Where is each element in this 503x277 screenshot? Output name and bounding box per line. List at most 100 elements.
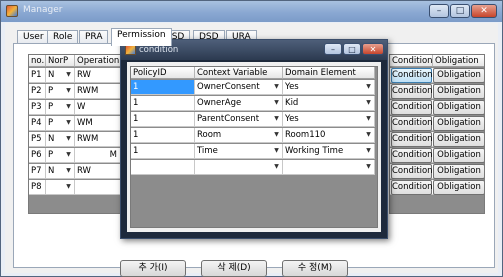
close-button[interactable]: ✕	[471, 4, 497, 18]
obligation-button[interactable]: Obligation	[433, 100, 484, 115]
condition-button[interactable]: Condition	[391, 148, 433, 163]
chevron-down-icon[interactable]: ▼	[272, 162, 281, 172]
obligation-button[interactable]: Obligation	[433, 132, 484, 147]
maximize-button[interactable]: □	[450, 4, 470, 18]
dialog-maximize-button[interactable]: □	[343, 43, 361, 55]
obligation-button[interactable]: Obligation	[433, 68, 484, 83]
tab-permission[interactable]: Permission	[111, 28, 172, 46]
obligation-button[interactable]: Obligation	[433, 148, 484, 163]
obligation-button[interactable]: Obligation	[433, 84, 484, 99]
column-header: Context Variable	[195, 67, 283, 79]
condition-grid[interactable]: PolicyID Context Variable Domain Element 1 O…	[130, 66, 378, 228]
norp-value: N	[48, 70, 55, 80]
norp-value: P	[48, 118, 54, 128]
chevron-down-icon[interactable]: ▼	[272, 114, 281, 124]
column-header: Condition	[390, 55, 433, 67]
chevron-down-icon[interactable]: ▼	[64, 70, 73, 80]
chevron-down-icon[interactable]: ▼	[272, 82, 281, 92]
condition-obligation-grid: Condition Obligation Condition Obligation Co…	[389, 54, 485, 214]
context-variable-cell[interactable]: Room ▼	[195, 128, 283, 143]
domain-element-cell[interactable]: Kid ▼	[283, 96, 375, 111]
chevron-down-icon[interactable]: ▼	[364, 130, 373, 140]
norp-value: P	[48, 86, 54, 96]
context-variable-value: OwnerAge	[197, 98, 242, 108]
policy-id-cell[interactable]: 1	[131, 96, 195, 111]
chevron-down-icon[interactable]: ▼	[272, 130, 281, 140]
column-header: Obligation	[433, 55, 484, 67]
chevron-down-icon[interactable]: ▼	[364, 146, 373, 156]
obligation-button[interactable]: Obligation	[433, 164, 484, 179]
operation-value: RW	[77, 166, 91, 176]
manager-window: Manager – □ ✕ User Role PRA Permission S…	[0, 0, 503, 277]
policy-id-cell[interactable]: 1	[131, 112, 195, 127]
obligation-button[interactable]: Obligation	[433, 180, 484, 195]
context-variable-cell[interactable]: OwnerConsent ▼	[195, 80, 283, 95]
chevron-down-icon[interactable]: ▼	[272, 146, 281, 156]
condition-button[interactable]: Condition	[391, 132, 433, 147]
minimize-button[interactable]: –	[429, 4, 449, 18]
norp-value: N	[48, 166, 55, 176]
permission-grid[interactable]: no.NorPOperationP1N▼RW▼P2P▼RWM▼P3P▼W▼P4P…	[28, 54, 133, 214]
context-variable-cell[interactable]: ParentConsent ▼	[195, 112, 283, 127]
chevron-down-icon[interactable]: ▼	[64, 150, 73, 160]
domain-element-value: Working Time	[285, 146, 344, 156]
dialog-title: condition	[139, 45, 179, 55]
condition-button[interactable]: Condition	[391, 164, 433, 179]
domain-element-cell[interactable]: Working Time ▼	[283, 144, 375, 159]
chevron-down-icon[interactable]: ▼	[364, 114, 373, 124]
chevron-down-icon[interactable]: ▼	[64, 86, 73, 96]
chevron-down-icon[interactable]: ▼	[364, 82, 373, 92]
norp-cell[interactable]: N ▼	[46, 164, 75, 179]
condition-button[interactable]: Condition	[391, 100, 433, 115]
chevron-down-icon[interactable]: ▼	[364, 162, 373, 172]
obligation-button[interactable]: Obligation	[433, 116, 484, 131]
norp-cell[interactable]: N ▼	[46, 132, 75, 147]
chevron-down-icon[interactable]: ▼	[64, 102, 73, 112]
context-variable-value: Room	[197, 130, 222, 140]
domain-element-cell[interactable]: Yes ▼	[283, 112, 375, 127]
policy-id-cell[interactable]: 1	[131, 144, 195, 159]
window-title: Manager	[23, 5, 63, 15]
norp-cell[interactable]: ▼	[46, 180, 75, 195]
operation-value: M	[109, 150, 117, 160]
title-bar[interactable]: Manager – □ ✕	[1, 1, 502, 22]
condition-button[interactable]: Condition	[391, 68, 433, 83]
norp-cell[interactable]: N ▼	[46, 68, 75, 83]
edit-button[interactable]: 수 정(M)	[282, 260, 348, 277]
norp-cell[interactable]: P ▼	[46, 116, 75, 131]
policy-id-cell[interactable]	[131, 160, 195, 175]
norp-cell[interactable]: P ▼	[46, 84, 75, 99]
policy-id-cell[interactable]: 1	[131, 128, 195, 143]
context-variable-cell[interactable]: Time ▼	[195, 144, 283, 159]
add-button[interactable]: 추 가(I)	[120, 260, 186, 277]
chevron-down-icon[interactable]: ▼	[272, 98, 281, 108]
norp-cell[interactable]: P ▼	[46, 148, 75, 163]
delete-button[interactable]: 삭 제(D)	[201, 260, 267, 277]
dialog-close-button[interactable]: ✕	[362, 43, 384, 55]
condition-button[interactable]: Condition	[391, 180, 433, 195]
domain-element-value: Yes	[285, 82, 299, 92]
dialog-minimize-button[interactable]: –	[324, 43, 342, 55]
chevron-down-icon[interactable]: ▼	[64, 118, 73, 128]
norp-cell[interactable]: P ▼	[46, 100, 75, 115]
dialog-body: PolicyID Context Variable Domain Element 1 O…	[127, 62, 381, 232]
chevron-down-icon[interactable]: ▼	[64, 134, 73, 144]
context-variable-value: Time	[197, 146, 218, 156]
condition-dialog: condition – □ ✕ PolicyID Context Variable…	[120, 39, 388, 239]
context-variable-cell[interactable]: ▼	[195, 160, 283, 175]
row-number-cell: P6	[29, 148, 46, 163]
chevron-down-icon[interactable]: ▼	[64, 182, 73, 192]
row-number-cell: P5	[29, 132, 46, 147]
condition-button[interactable]: Condition	[391, 116, 433, 131]
domain-element-value: Yes	[285, 114, 299, 124]
row-number-cell: P1	[29, 68, 46, 83]
condition-button[interactable]: Condition	[391, 84, 433, 99]
context-variable-cell[interactable]: OwnerAge ▼	[195, 96, 283, 111]
domain-element-cell[interactable]: Yes ▼	[283, 80, 375, 95]
chevron-down-icon[interactable]: ▼	[364, 98, 373, 108]
domain-element-cell[interactable]: Room110 ▼	[283, 128, 375, 143]
chevron-down-icon[interactable]: ▼	[64, 166, 73, 176]
context-variable-value: ParentConsent	[197, 114, 260, 124]
policy-id-cell[interactable]: 1	[131, 80, 195, 95]
domain-element-cell[interactable]: ▼	[283, 160, 375, 175]
